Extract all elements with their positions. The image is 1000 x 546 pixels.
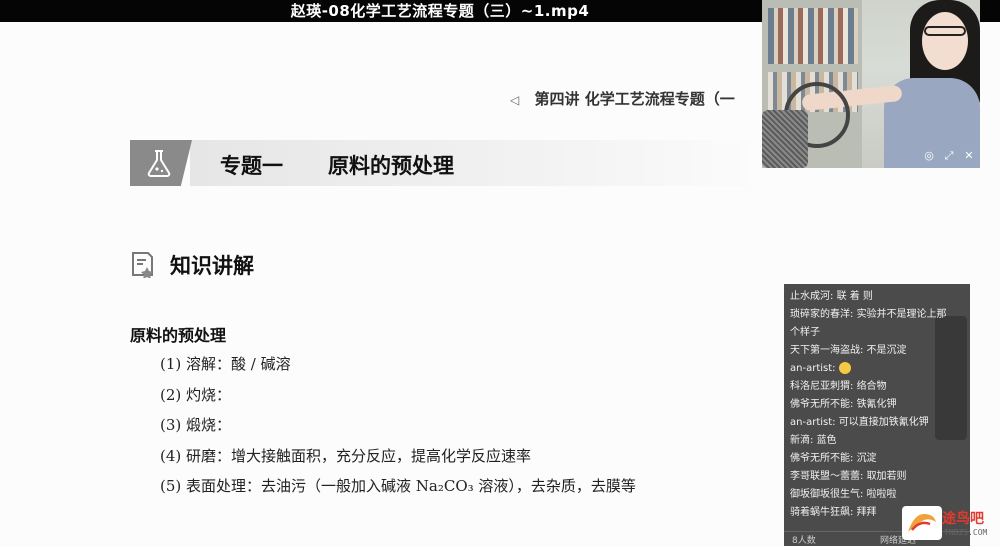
topic-banner: 专题一 原料的预处理 <box>130 140 750 186</box>
list-title: 原料的预处理 <box>130 326 227 345</box>
list-item: (5) 表面处理：去油污（一般加入碱液 Na₂CO₃ 溶液），去杂质，去膜等 <box>160 477 636 495</box>
topic-name: 原料的预处理 <box>328 154 454 178</box>
topic-label: 专题一 <box>220 154 283 178</box>
chat-user: 李哥联盟～蕾蕾: <box>790 471 864 482</box>
chat-user: an-artist: <box>790 363 836 374</box>
chat-message: 佛爷无所不能: 沉淀 <box>790 450 964 468</box>
chat-text: 铁氰化钾 <box>856 399 897 410</box>
banner-badge <box>130 140 192 186</box>
chat-text: 蓝色 <box>816 435 837 446</box>
chat-user: 佛爷无所不能: <box>790 453 854 464</box>
chat-user: 御坂御坂很生气: <box>790 489 864 500</box>
chat-user: 科洛尼亚刺猬: <box>790 381 854 392</box>
presenter-face <box>922 12 968 70</box>
chat-user: 止水成河: <box>790 291 834 302</box>
chat-user: 天下第一海盗战: <box>790 345 864 356</box>
flask-icon <box>147 150 171 177</box>
watermark-url: TNBZS.COM <box>944 528 988 537</box>
chat-text: 联 着 则 <box>836 291 873 302</box>
fullscreen-icon[interactable]: ⤢ <box>942 150 956 162</box>
close-icon[interactable]: ✕ <box>962 150 976 162</box>
list-item: (1) 溶解：酸 / 碱溶 <box>160 355 291 373</box>
chat-message: 天下第一海盗战: 不是沉淀 <box>790 342 964 360</box>
chat-message: 止水成河: 联 着 则 <box>790 288 964 306</box>
chat-message: 新滴: 蓝色 <box>790 432 964 450</box>
chat-message: 御坂御坂很生气: 啦啦啦 <box>790 486 964 504</box>
thinking-emoji-icon <box>838 362 851 374</box>
chat-user: an-artist: <box>790 417 836 428</box>
chat-text: 拜拜 <box>856 507 877 518</box>
chat-user: 琐碎家的春洋: <box>790 309 854 320</box>
chat-text: 络合物 <box>856 381 887 392</box>
list-item: (4) 研磨：增大接触面积，充分反应，提高化学反应速率 <box>160 446 532 465</box>
chat-message: 个样子 <box>790 324 964 342</box>
chat-message: 李哥联盟～蕾蕾: 取加若则 <box>790 468 964 486</box>
chat-user: 新滴: <box>790 435 814 446</box>
microphone <box>762 110 808 168</box>
chat-text: 啦啦啦 <box>866 489 897 500</box>
chat-text: 取加若则 <box>866 471 907 482</box>
chat-messages: 止水成河: 联 着 则 琐碎家的春洋: 实验并不是理论上那 个样子 天下第一海盗… <box>784 284 970 526</box>
pretreatment-list: (1) 溶解：酸 / 碱溶 (2) 灼烧： (3) 煅烧： (4) 研磨：增大接… <box>160 352 636 505</box>
books-top <box>768 8 858 64</box>
chat-message: 佛爷无所不能: 铁氰化钾 <box>790 396 964 414</box>
chat-text: 沉淀 <box>856 453 877 464</box>
watermark-logo-icon <box>902 506 942 540</box>
watermark-brand: 途鸟吧 <box>942 511 984 527</box>
chat-user: 佛爷无所不能: <box>790 399 854 410</box>
chat-user: 骑着蜗牛狂飙: <box>790 507 854 518</box>
viewer-count-label: 8人数 <box>792 536 816 546</box>
triangle-icon: ◁ <box>510 93 520 107</box>
chat-message: 科洛尼亚刺猬: 络合物 <box>790 378 964 396</box>
slide-header: ◁ 第四讲 化学工艺流程专题（一 <box>510 88 735 109</box>
camera-icon[interactable]: ◎ <box>922 150 936 162</box>
watermark: 途鸟吧 TNBZS.COM <box>902 504 998 544</box>
section-heading: 知识讲解 <box>170 254 254 278</box>
list-item: (3) 煅烧： <box>160 416 232 434</box>
slide-header-text: 第四讲 化学工艺流程专题（一 <box>534 90 735 108</box>
chat-text: 实验并不是理论上那 <box>856 309 947 320</box>
webcam-video[interactable]: ◎ ⤢ ✕ <box>762 0 980 168</box>
notes-icon <box>132 252 153 278</box>
chat-message: 琐碎家的春洋: 实验并不是理论上那 <box>790 306 964 324</box>
chat-text: 可以直接加铁氰化钾 <box>838 417 929 428</box>
chat-text: 不是沉淀 <box>866 345 907 356</box>
chat-text: 个样子 <box>790 327 820 338</box>
chat-message: an-artist: 可以直接加铁氰化钾 <box>790 414 964 432</box>
glasses <box>924 26 966 36</box>
window-title: 赵瑛-08化学工艺流程专题（三）~1.mp4 <box>290 2 590 20</box>
chat-message: an-artist: <box>790 360 964 378</box>
list-item: (2) 灼烧： <box>160 385 232 404</box>
